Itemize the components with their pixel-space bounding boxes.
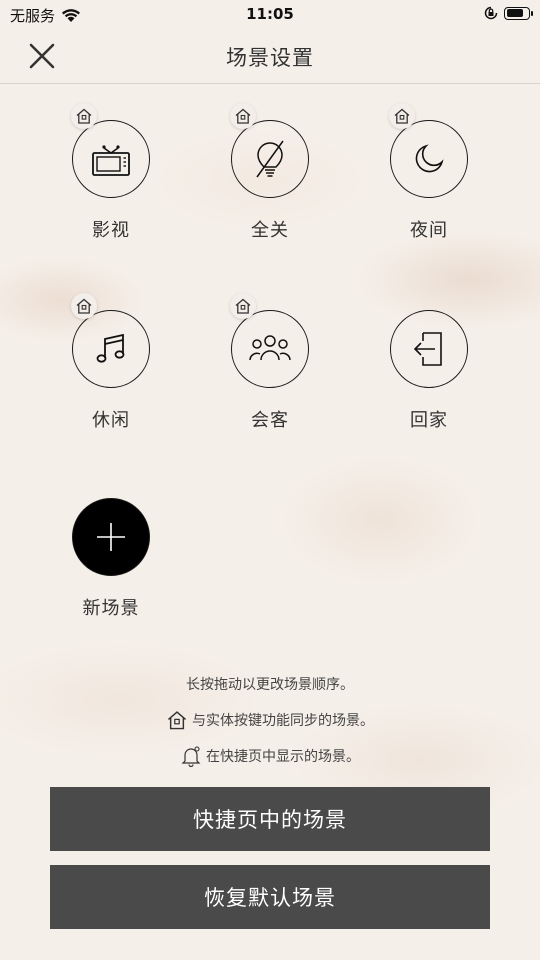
scene-label: 夜间: [410, 220, 448, 241]
scene-circle[interactable]: [230, 293, 309, 388]
music-icon: [96, 333, 125, 363]
scene-circle[interactable]: [389, 103, 468, 198]
hints: 长按拖动以更改场景顺序。 与实体按键功能同步的场景。 在快捷页中显示的场景。: [0, 666, 540, 774]
guests-icon: [249, 335, 291, 361]
house-icon: [76, 108, 92, 124]
home-badge: [230, 103, 256, 129]
scene-circle[interactable]: [230, 103, 309, 198]
status-bar: 无服务 11:05: [0, 0, 540, 28]
hint-reorder: 长按拖动以更改场景顺序。: [0, 666, 540, 702]
hint-synced: 与实体按键功能同步的场景。: [0, 702, 540, 738]
home-badge: [71, 293, 97, 319]
hint-quick-text: 在快捷页中显示的场景。: [206, 749, 360, 765]
home-enter-icon: [413, 332, 442, 366]
nav-bar: 场景设置: [0, 28, 540, 84]
quick-scenes-button[interactable]: 快捷页中的场景: [50, 787, 490, 851]
home-badge: [71, 103, 97, 129]
scene-item-guests[interactable]: 会客: [205, 293, 335, 432]
restore-default-button[interactable]: 恢复默认场景: [50, 865, 490, 929]
scene-item-all-off[interactable]: 全关: [205, 103, 335, 242]
bulb-off-icon: [256, 140, 284, 178]
moon-icon: [415, 144, 444, 173]
status-right: [484, 6, 533, 20]
hint-quick: 在快捷页中显示的场景。: [0, 738, 540, 774]
hint-reorder-text: 长按拖动以更改场景顺序。: [186, 677, 354, 693]
plus-icon: [97, 523, 125, 551]
scene-item-home[interactable]: 回家: [364, 310, 494, 432]
page-title: 场景设置: [226, 46, 314, 70]
battery-icon: [504, 6, 533, 20]
house-icon: [235, 298, 251, 314]
hint-synced-text: 与实体按键功能同步的场景。: [192, 713, 374, 729]
tv-icon: [92, 145, 130, 176]
house-icon: [167, 711, 187, 730]
scene-label: 会客: [251, 410, 289, 431]
home-badge: [230, 293, 256, 319]
home-badge: [389, 103, 415, 129]
scene-item-leisure[interactable]: 休闲: [46, 293, 176, 432]
scene-item-new[interactable]: 新场景: [46, 498, 176, 620]
orientation-lock-icon: [484, 6, 498, 20]
battery-level: [506, 9, 523, 17]
scene-label: 回家: [410, 410, 448, 431]
house-icon: [394, 108, 410, 124]
scene-circle[interactable]: [390, 310, 468, 388]
scene-label: 新场景: [82, 598, 140, 619]
scene-label: 休闲: [92, 410, 130, 431]
scene-circle[interactable]: [71, 293, 150, 388]
scene-item-tv[interactable]: 影视: [46, 103, 176, 242]
status-time: 11:05: [246, 5, 294, 23]
scene-label: 全关: [251, 220, 289, 241]
house-icon: [235, 108, 251, 124]
scene-item-night[interactable]: 夜间: [364, 103, 494, 242]
scene-label: 影视: [92, 220, 130, 241]
scene-circle[interactable]: [71, 103, 150, 198]
add-scene-button[interactable]: [72, 498, 150, 576]
bell-icon: [181, 746, 201, 767]
house-icon: [76, 298, 92, 314]
